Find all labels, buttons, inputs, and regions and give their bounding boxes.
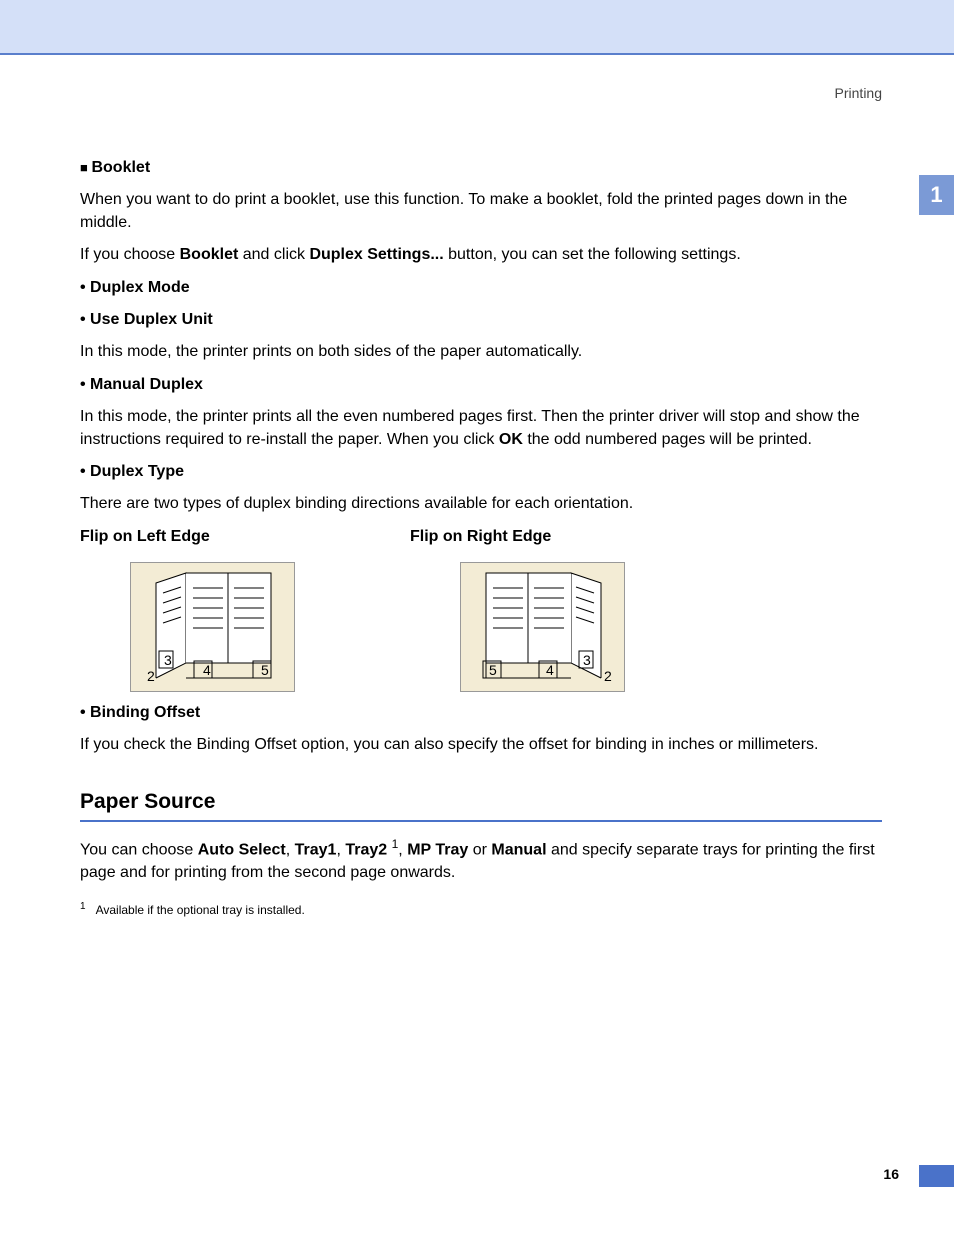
text: the odd numbered pages will be printed. [523,431,812,448]
manual-duplex-label: Manual Duplex [80,374,882,396]
footnote-text: Available if the optional tray is instal… [96,903,305,917]
page-number: 16 [883,1166,899,1182]
binding-offset-text: If you check the Binding Offset option, … [80,734,882,756]
text: If you choose [80,246,180,263]
opt-manual: Manual [491,842,546,859]
paper-source-text: You can choose Auto Select, Tray1, Tray2… [80,836,882,884]
manual-duplex-text: In this mode, the printer prints all the… [80,406,882,451]
section-rule [80,820,882,822]
svg-text:3: 3 [583,652,591,668]
text: button, you can set the following settin… [444,246,741,263]
footnote: 1 Available if the optional tray is insta… [80,900,882,919]
flip-right-diagram: 2 3 4 5 [460,562,625,692]
text-bold: OK [499,431,523,448]
svg-text:4: 4 [203,662,211,678]
footnote-marker: 1 [392,837,399,851]
chapter-tab: 1 [919,175,954,215]
text-bold: Duplex Settings... [309,246,443,263]
opt-tray1: Tray1 [295,842,337,859]
flip-right-label: Flip on Right Edge [410,526,551,548]
booklet-heading: Booklet [80,157,882,179]
flip-left-label: Flip on Left Edge [80,526,210,548]
duplex-type-text: There are two types of duplex binding di… [80,493,882,515]
flip-diagrams: Flip on Left Edge [80,526,882,692]
page-number-tab [919,1165,954,1187]
booklet-choose: If you choose Booklet and click Duplex S… [80,244,882,266]
use-duplex-unit-label: Use Duplex Unit [80,309,882,331]
svg-text:5: 5 [261,662,269,678]
use-duplex-unit-text: In this mode, the printer prints on both… [80,341,882,363]
top-band [0,0,954,55]
binding-offset-label: Binding Offset [80,702,882,724]
opt-tray2: Tray2 [345,842,387,859]
svg-text:4: 4 [546,662,554,678]
footnote-number: 1 [80,901,86,912]
text: and click [238,246,309,263]
booklet-intro: When you want to do print a booklet, use… [80,189,882,234]
text-bold: Booklet [180,246,239,263]
text: You can choose [80,842,198,859]
svg-text:3: 3 [164,652,172,668]
svg-text:2: 2 [147,668,155,684]
opt-mp-tray: MP Tray [407,842,468,859]
svg-text:5: 5 [489,662,497,678]
duplex-mode-label: Duplex Mode [80,277,882,299]
paper-source-heading: Paper Source [80,787,882,816]
opt-auto-select: Auto Select [198,842,286,859]
duplex-type-label: Duplex Type [80,461,882,483]
svg-text:2: 2 [604,668,612,684]
header-section-label: Printing [0,85,954,111]
page-content: Booklet When you want to do print a book… [0,111,954,919]
flip-left-diagram: 2 3 4 5 [130,562,295,692]
